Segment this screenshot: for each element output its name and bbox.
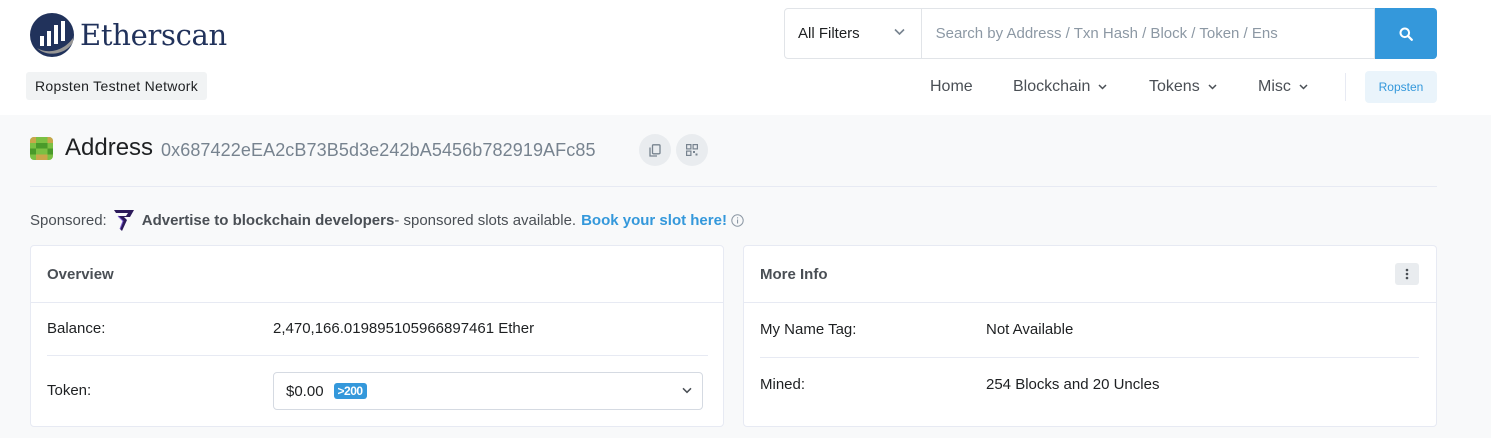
copy-address-button[interactable]	[639, 134, 671, 166]
overview-title: Overview	[47, 265, 114, 283]
search-button[interactable]	[1375, 8, 1437, 59]
network-badge: Ropsten Testnet Network	[26, 72, 208, 100]
qr-code-icon	[686, 144, 698, 156]
search-filter-select[interactable]: All Filters	[784, 8, 922, 59]
identicon-icon	[30, 137, 53, 160]
sponsored-text: - sponsored slots available.	[394, 211, 577, 229]
token-value: $0.00	[286, 382, 324, 400]
more-info-title: More Info	[760, 265, 828, 283]
chevron-down-icon	[1208, 84, 1217, 90]
nav-tokens[interactable]: Tokens	[1149, 72, 1217, 102]
mined-label: Mined:	[760, 376, 806, 393]
token-holdings-select[interactable]: $0.00 >200	[273, 372, 703, 410]
more-options-button[interactable]	[1395, 263, 1419, 285]
network-switch-button[interactable]: Ropsten	[1365, 71, 1437, 103]
address-hash: 0x687422eEA2cB73B5d3e242bA5456b782919AFc…	[161, 140, 596, 160]
chevron-down-icon	[1098, 84, 1107, 90]
balance-label: Balance:	[47, 320, 106, 337]
row-divider	[760, 357, 1419, 358]
token-label: Token:	[47, 382, 92, 399]
nav-divider	[1345, 73, 1346, 101]
nav-tokens-label: Tokens	[1149, 78, 1200, 95]
qr-code-button[interactable]	[676, 134, 708, 166]
copy-icon	[649, 143, 661, 157]
nav-home[interactable]: Home	[930, 72, 973, 102]
search-bar: All Filters	[784, 8, 1437, 59]
site-header: Etherscan Ropsten Testnet Network All Fi…	[0, 0, 1491, 115]
search-icon	[1399, 27, 1413, 41]
balance-value: 2,470,166.019895105966897461 Ether	[273, 320, 535, 337]
more-info-card: More Info My Name Tag: Not Available Min…	[743, 245, 1437, 427]
search-filter-label: All Filters	[798, 25, 860, 42]
name-tag-label: My Name Tag:	[760, 321, 857, 338]
book-slot-link[interactable]: Book your slot here!	[581, 212, 727, 229]
overview-card-header: Overview	[31, 246, 723, 303]
info-icon[interactable]	[731, 213, 744, 227]
etherscan-logo-icon	[30, 13, 74, 57]
nav-home-label: Home	[930, 78, 973, 95]
mined-value: 254 Blocks and 20 Uncles	[986, 376, 1160, 393]
sponsored-headline[interactable]: Advertise to blockchain developers	[142, 212, 395, 229]
token-count-badge: >200	[333, 383, 367, 399]
search-input[interactable]	[921, 8, 1376, 59]
sponsored-banner: Sponsored: Advertise to blockchain devel…	[30, 207, 744, 233]
site-logo[interactable]: Etherscan	[29, 12, 227, 58]
nav-misc[interactable]: Misc	[1258, 72, 1308, 102]
row-divider	[47, 355, 708, 356]
logo-text: Etherscan	[80, 18, 227, 52]
nav-blockchain-label: Blockchain	[1013, 78, 1091, 95]
more-info-card-header: More Info	[744, 246, 1436, 303]
more-vertical-icon	[1405, 268, 1409, 280]
chevron-down-icon	[682, 387, 692, 394]
nav-blockchain[interactable]: Blockchain	[1013, 72, 1107, 102]
sponsored-prefix: Sponsored:	[30, 211, 107, 229]
sponsor-logo-icon	[113, 210, 134, 231]
nav-misc-label: Misc	[1258, 78, 1291, 95]
overview-card: Overview Balance: 2,470,166.019895105966…	[30, 245, 724, 427]
name-tag-value: Not Available	[986, 321, 1074, 338]
chevron-down-icon	[894, 28, 905, 36]
chevron-down-icon	[1299, 84, 1308, 90]
page-title: Address	[65, 134, 154, 161]
title-divider	[30, 186, 1437, 187]
